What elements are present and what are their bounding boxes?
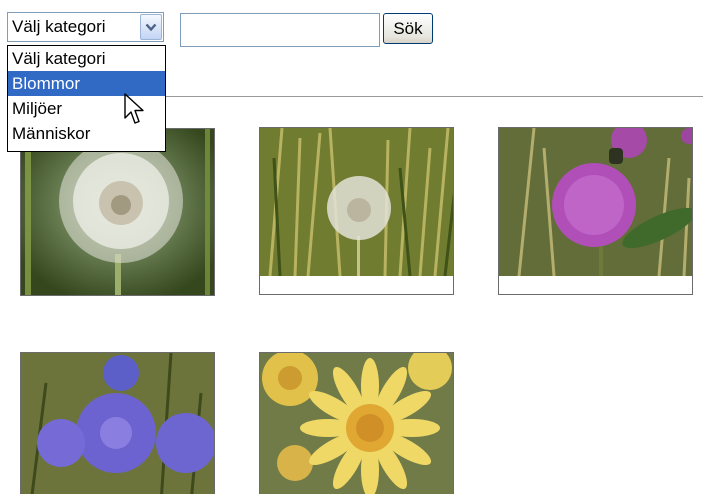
dandelion-grass-image [260, 128, 453, 276]
search-input[interactable] [180, 13, 380, 47]
page: Välj kategori Sök Välj kategori Blommor … [0, 0, 703, 494]
image-thumbnail[interactable] [259, 127, 454, 295]
image-thumbnail[interactable] [498, 127, 693, 295]
search-button[interactable]: Sök [383, 13, 433, 44]
dandelion-image [21, 129, 214, 295]
category-select-value: Välj kategori [12, 17, 106, 36]
thistle-image [499, 128, 692, 276]
image-thumbnail[interactable] [259, 352, 454, 494]
dropdown-arrow-button[interactable] [140, 14, 162, 40]
image-thumbnail[interactable] [20, 352, 215, 494]
category-select[interactable]: Välj kategori [7, 12, 164, 42]
chevron-down-icon [145, 23, 157, 32]
option-valj-kategori[interactable]: Välj kategori [8, 46, 165, 71]
mouse-cursor-icon [124, 93, 144, 124]
image-thumbnail[interactable] [20, 128, 215, 296]
yellow-daisy-image [260, 353, 453, 494]
bellflower-image [21, 353, 214, 494]
divider [166, 96, 703, 97]
